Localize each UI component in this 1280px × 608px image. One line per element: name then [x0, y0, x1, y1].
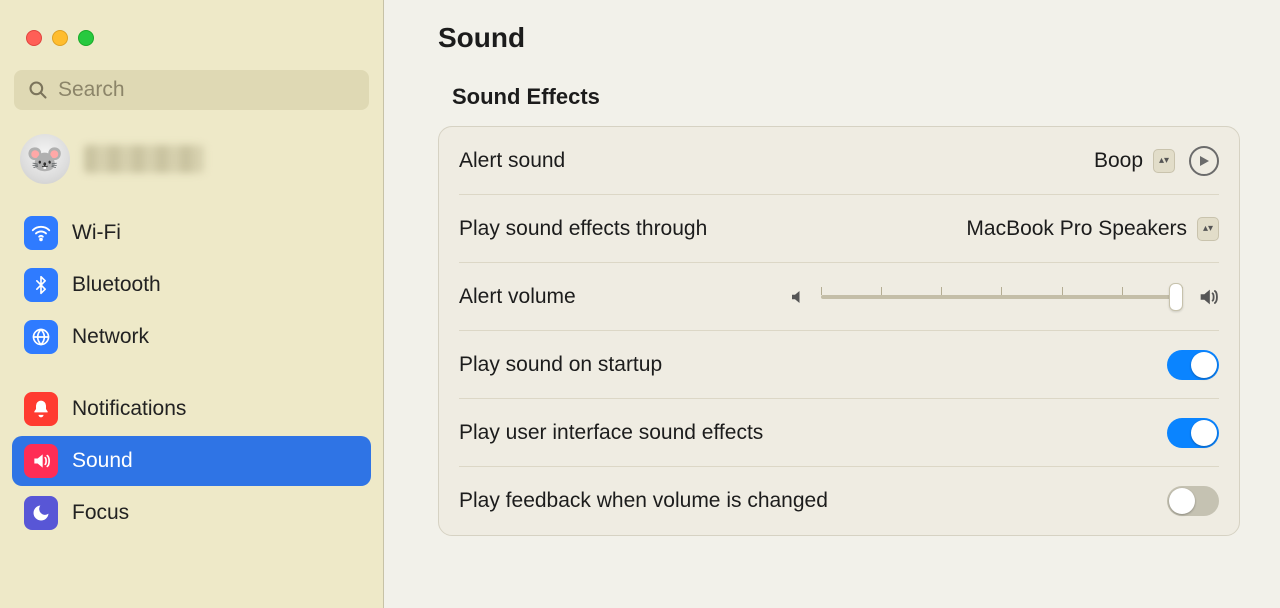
play-feedback-toggle[interactable] — [1167, 486, 1219, 516]
close-window-button[interactable] — [26, 30, 42, 46]
volume-high-icon — [1197, 286, 1219, 308]
page-title: Sound — [438, 22, 1240, 54]
chevron-updown-icon: ▴▾ — [1197, 217, 1219, 241]
sound-icon — [24, 444, 58, 478]
sidebar-item-label: Wi-Fi — [72, 221, 121, 245]
slider-thumb[interactable] — [1169, 283, 1183, 311]
label-play-ui-effects: Play user interface sound effects — [459, 421, 763, 445]
main-content: Sound Sound Effects Alert sound Boop ▴▾ … — [384, 0, 1280, 608]
window-controls — [12, 20, 371, 70]
sidebar-item-label: Notifications — [72, 397, 186, 421]
sidebar-item-label: Focus — [72, 501, 129, 525]
search-icon — [28, 80, 48, 100]
sidebar-item-label: Sound — [72, 449, 133, 473]
sound-effects-card: Alert sound Boop ▴▾ Play sound effects t… — [438, 126, 1240, 536]
label-play-feedback: Play feedback when volume is changed — [459, 489, 828, 513]
play-through-value: MacBook Pro Speakers — [966, 217, 1187, 241]
nav-section-network: Wi-Fi Bluetooth Network — [12, 208, 371, 362]
alert-volume-slider[interactable] — [821, 285, 1183, 309]
sidebar-item-sound[interactable]: Sound — [12, 436, 371, 486]
alert-sound-dropdown[interactable]: Boop ▴▾ — [1094, 149, 1175, 173]
search-input[interactable] — [58, 78, 355, 102]
account-name-redacted — [84, 145, 204, 173]
notifications-icon — [24, 392, 58, 426]
sidebar-item-bluetooth[interactable]: Bluetooth — [12, 260, 371, 310]
volume-low-icon — [789, 288, 807, 306]
play-icon — [1198, 155, 1210, 167]
row-alert-sound: Alert sound Boop ▴▾ — [459, 127, 1219, 195]
network-icon — [24, 320, 58, 354]
nav-section-general: Notifications Sound Focus — [12, 384, 371, 538]
row-play-through: Play sound effects through MacBook Pro S… — [459, 195, 1219, 263]
sidebar-item-label: Bluetooth — [72, 273, 161, 297]
row-alert-volume: Alert volume — [459, 263, 1219, 331]
section-title-sound-effects: Sound Effects — [452, 84, 1240, 110]
play-startup-toggle[interactable] — [1167, 350, 1219, 380]
slider-ticks — [821, 287, 1183, 295]
label-play-startup: Play sound on startup — [459, 353, 662, 377]
search-field[interactable] — [14, 70, 369, 110]
sidebar-item-focus[interactable]: Focus — [12, 488, 371, 538]
chevron-updown-icon: ▴▾ — [1153, 149, 1175, 173]
account-row[interactable]: 🐭 — [12, 126, 371, 202]
sidebar-item-notifications[interactable]: Notifications — [12, 384, 371, 434]
sidebar-item-label: Network — [72, 325, 149, 349]
label-alert-sound: Alert sound — [459, 149, 565, 173]
avatar: 🐭 — [20, 134, 70, 184]
play-alert-sound-button[interactable] — [1189, 146, 1219, 176]
row-play-startup: Play sound on startup — [459, 331, 1219, 399]
bluetooth-icon — [24, 268, 58, 302]
row-play-ui-effects: Play user interface sound effects — [459, 399, 1219, 467]
sidebar: 🐭 Wi-Fi Bluetooth Network Not — [0, 0, 384, 608]
wifi-icon — [24, 216, 58, 250]
play-ui-effects-toggle[interactable] — [1167, 418, 1219, 448]
row-play-feedback: Play feedback when volume is changed — [459, 467, 1219, 535]
slider-track — [821, 295, 1183, 299]
focus-icon — [24, 496, 58, 530]
zoom-window-button[interactable] — [78, 30, 94, 46]
sidebar-item-wifi[interactable]: Wi-Fi — [12, 208, 371, 258]
alert-sound-value: Boop — [1094, 149, 1143, 173]
play-through-dropdown[interactable]: MacBook Pro Speakers ▴▾ — [966, 217, 1219, 241]
minimize-window-button[interactable] — [52, 30, 68, 46]
label-alert-volume: Alert volume — [459, 285, 576, 309]
label-play-through: Play sound effects through — [459, 217, 707, 241]
sidebar-item-network[interactable]: Network — [12, 312, 371, 362]
